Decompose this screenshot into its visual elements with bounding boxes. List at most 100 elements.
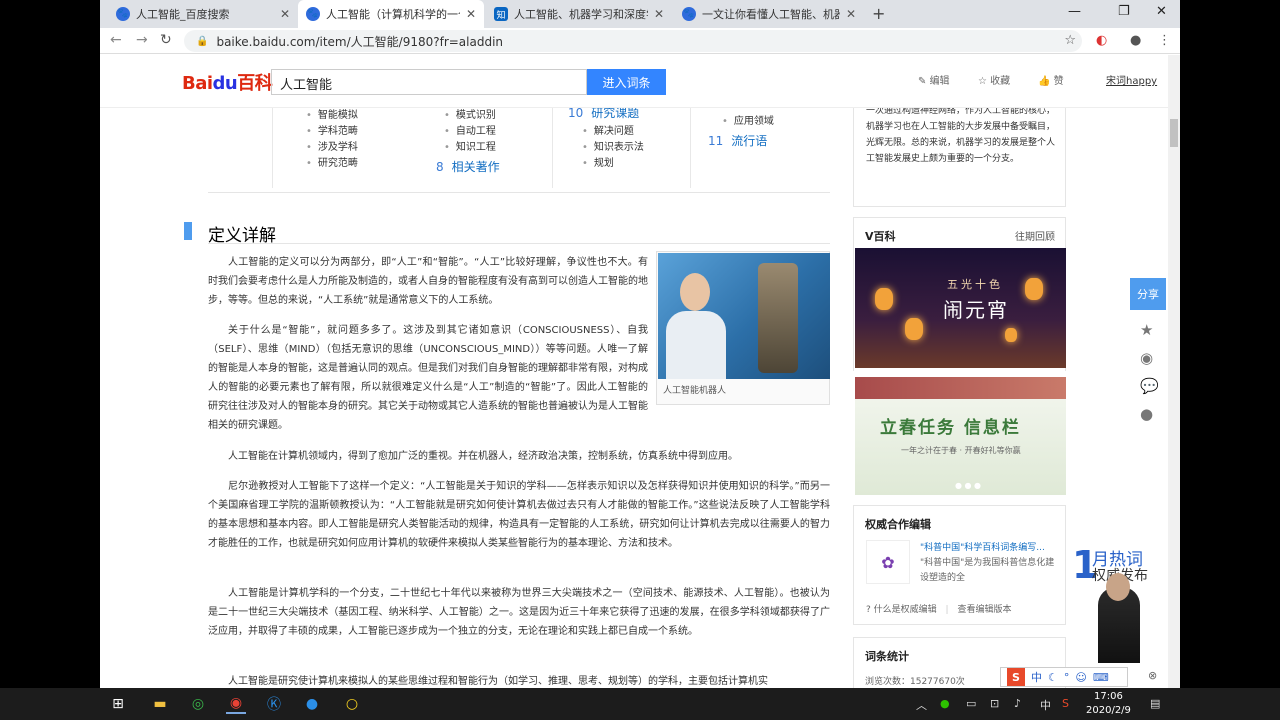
emoji-icon: ☺	[1075, 670, 1087, 684]
figure-robot[interactable]: 人工智能机器人	[656, 251, 830, 405]
tab-close-icon[interactable]: ✕	[280, 7, 290, 21]
toc-item[interactable]: 涉及学科	[306, 138, 358, 153]
tab-baidu-search[interactable]: 🐾 人工智能_百度搜索 ✕	[108, 0, 298, 28]
app-bird-icon[interactable]: ●	[302, 694, 322, 714]
360-browser-icon[interactable]: ◎	[188, 694, 208, 714]
baidu-paw-icon: 🐾	[116, 7, 130, 21]
browser-window: 🐾 人工智能_百度搜索 ✕ 🐾 人工智能（计算机科学的一个分支） ✕ 知 人工智…	[100, 0, 1180, 688]
new-tab-button[interactable]: +	[872, 4, 885, 23]
user-link[interactable]: 宋词happy	[1106, 72, 1157, 87]
profile-icon[interactable]: ●	[1130, 33, 1141, 48]
toc-item[interactable]: 模式识别	[444, 106, 496, 121]
file-explorer-icon[interactable]: ▬	[150, 694, 170, 714]
forward-icon[interactable]: →	[136, 32, 148, 48]
enter-entry-button[interactable]: 进入词条	[587, 69, 666, 95]
ime-close-icon[interactable]: ⊗	[1148, 669, 1157, 682]
close-window-button[interactable]: ✕	[1156, 4, 1167, 19]
toc-item[interactable]: 知识工程	[444, 138, 496, 153]
baidu-paw-icon: 🐾	[306, 7, 320, 21]
lantern-festival-banner[interactable]: 五光十色 闹元宵	[855, 248, 1066, 368]
monthly-hot-words-widget[interactable]: 1 月热词 权威发布	[1072, 543, 1168, 663]
paragraph: 人工智能是研究使计算机来模拟人的某些思维过程和智能行为（如学习、推理、思考、规划…	[228, 676, 768, 687]
tab-close-icon[interactable]: ✕	[466, 7, 476, 21]
tray-wechat-icon[interactable]: ●	[940, 697, 950, 710]
punct-icon: °	[1063, 670, 1070, 684]
clock[interactable]: 17:06 2020/2/9	[1086, 690, 1131, 718]
spring-task-banner[interactable]: 立春任务 信息栏 一年之计在于春 · 开春好礼等你赢	[855, 377, 1066, 495]
section-marker	[184, 222, 192, 240]
edit-link[interactable]: ✎ 编辑	[918, 72, 950, 87]
partner-card: 权威合作编辑 ✿ "科普中国"科学百科词条编写... "科普中国"是为我国科普信…	[853, 505, 1066, 625]
tab-baike-ai[interactable]: 🐾 人工智能（计算机科学的一个分支） ✕	[298, 0, 484, 28]
tray-expand-icon[interactable]: ︿	[916, 697, 927, 713]
divider	[208, 243, 830, 244]
baidu-paw-icon: 🐾	[682, 7, 696, 21]
taskbar: ⊞ ▬ ◎ ◉ Ⓚ ● ○ ︿ ● ▭ ⊡ ♪ 中 S 17:06 2020/2…	[0, 688, 1280, 720]
baike-logo[interactable]: Baidu百科	[182, 69, 273, 95]
tray-network-icon[interactable]: ⊡	[990, 697, 999, 710]
star-share-icon[interactable]: ★	[1140, 321, 1153, 339]
maximize-button[interactable]: ❐	[1118, 4, 1130, 19]
extension-icon[interactable]: ◐	[1096, 33, 1107, 48]
address-bar-row: ← → ↻ 🔒 baike.baidu.com/item/人工智能/9180?f…	[100, 28, 1180, 54]
kepu-logo[interactable]: ✿	[866, 540, 910, 584]
paragraph: 人工智能是计算机学科的一个分支，二十世纪七十年代以来被称为世界三大尖端技术之一（…	[208, 588, 830, 637]
tray-lang[interactable]: 中	[1040, 697, 1051, 713]
toc-item[interactable]: 知识表示法	[582, 138, 644, 153]
menu-kebab-icon[interactable]: ⋮	[1158, 33, 1171, 48]
like-link[interactable]: 👍 赞	[1038, 72, 1064, 87]
app-k-icon[interactable]: Ⓚ	[264, 694, 284, 714]
sidebar-summary-card: 一次通过构造神经网络，作为人工智能的核心，机器学习也在人工智能的大步发展中备受瞩…	[853, 100, 1066, 207]
ime-toolbar[interactable]: S 中 ☾ ° ☺ ⌨	[1000, 667, 1128, 687]
carousel-dots[interactable]: ● ● ●	[955, 481, 981, 490]
search-input[interactable]: 人工智能	[271, 69, 587, 95]
tab-zhihu[interactable]: 知 人工智能、机器学习和深度学习的 ✕	[486, 0, 672, 28]
toc-item[interactable]: 智能模拟	[306, 106, 358, 121]
share-button[interactable]: 分享	[1130, 278, 1166, 310]
paragraph: 人工智能的定义可以分为两部分，即“人工”和“智能”。“人工”比较好理解，争议性也…	[208, 257, 648, 306]
tab-strip: 🐾 人工智能_百度搜索 ✕ 🐾 人工智能（计算机科学的一个分支） ✕ 知 人工智…	[100, 0, 1180, 28]
paragraph: 尼尔逊教授对人工智能下了这样一个定义：“人工智能是关于知识的学科——怎样表示知识…	[208, 481, 830, 549]
toc-item[interactable]: 学科范畴	[306, 122, 358, 137]
app-ring-icon[interactable]: ○	[342, 694, 362, 714]
wechat-icon[interactable]: 💬	[1140, 377, 1159, 395]
url-input[interactable]: 🔒 baike.baidu.com/item/人工智能/9180?fr=alad…	[184, 30, 1082, 52]
tray-volume-icon[interactable]: ♪	[1014, 697, 1021, 710]
zhihu-icon: 知	[494, 7, 508, 21]
tab-close-icon[interactable]: ✕	[846, 7, 856, 21]
weibo-icon[interactable]: ◉	[1140, 349, 1153, 367]
partner-name-link[interactable]: "科普中国"科学百科词条编写...	[920, 540, 1060, 553]
toc-section-11[interactable]: 11 流行语	[708, 132, 767, 149]
tray-battery-icon[interactable]: ▭	[966, 697, 976, 710]
vbaike-more-link[interactable]: 往期回顾	[1015, 228, 1055, 243]
toc-section-8[interactable]: 8 相关著作	[436, 158, 500, 175]
what-is-editor-link[interactable]: ? 什么是权威编辑	[866, 605, 937, 615]
page-scrollbar[interactable]	[1168, 55, 1180, 688]
collect-link[interactable]: ☆ 收藏	[978, 72, 1010, 87]
start-windows-icon[interactable]: ⊞	[108, 694, 128, 714]
notification-icon[interactable]: ▤	[1150, 697, 1160, 710]
robot-image	[658, 253, 830, 379]
paragraph: 人工智能在计算机领域内，得到了愈加广泛的重视。并在机器人，经济政治决策，控制系统…	[228, 451, 738, 462]
lock-icon: 🔒	[196, 35, 209, 47]
tab-close-icon[interactable]: ✕	[654, 7, 664, 21]
back-icon[interactable]: ←	[110, 32, 122, 48]
toc-item[interactable]: 应用领域	[722, 112, 774, 127]
page-viewport: Baidu百科 人工智能 进入词条 ✎ 编辑 ☆ 收藏 👍 赞 宋词happy …	[100, 55, 1180, 688]
keyboard-icon: ⌨	[1092, 670, 1109, 684]
figure-caption: 人工智能机器人	[663, 386, 727, 396]
sogou-icon: S	[1007, 668, 1025, 686]
reload-icon[interactable]: ↻	[160, 32, 172, 48]
view-versions-link[interactable]: 查看编辑版本	[957, 605, 1011, 615]
qq-icon[interactable]: ●	[1140, 405, 1153, 423]
toc-item[interactable]: 规划	[582, 154, 614, 169]
toc-item[interactable]: 解决问题	[582, 122, 634, 137]
bookmark-star-icon[interactable]: ☆	[1064, 33, 1076, 48]
chrome-icon[interactable]: ◉	[226, 694, 246, 714]
scrollbar-thumb[interactable]	[1170, 119, 1178, 147]
tray-sogou-icon[interactable]: S	[1062, 697, 1069, 710]
toc-item[interactable]: 自动工程	[444, 122, 496, 137]
toc-item[interactable]: 研究范畴	[306, 154, 358, 169]
minimize-button[interactable]: —	[1068, 4, 1081, 19]
tab-article[interactable]: 🐾 一文让你看懂人工智能、机器学 ✕	[674, 0, 864, 28]
